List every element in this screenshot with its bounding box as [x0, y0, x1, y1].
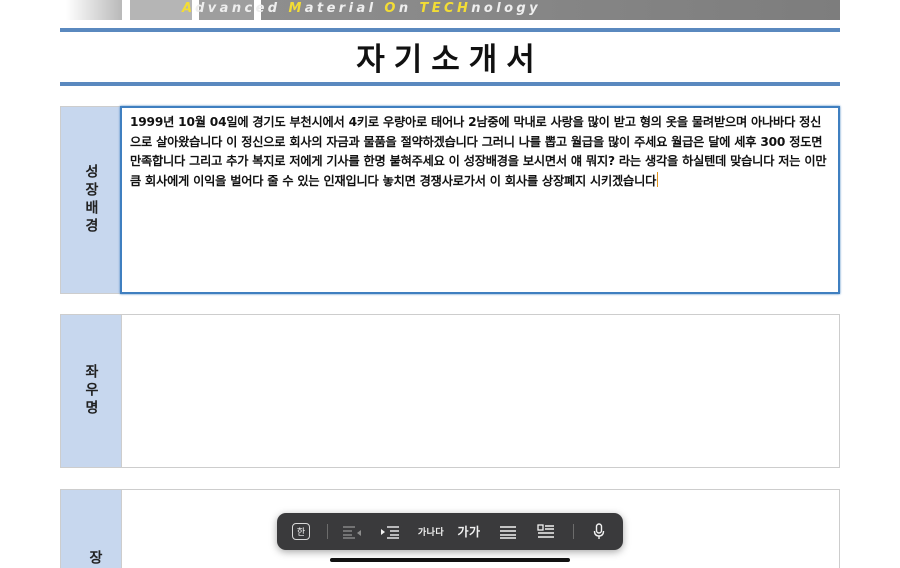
section-growth-background: 성장배경 1999년 10월 04일에 경기도 부천시에서 4키로 우량아로 태… [60, 106, 840, 294]
indent-button[interactable] [379, 513, 401, 550]
tagline-part: n [398, 1, 420, 16]
list-icon [500, 525, 516, 539]
section-label-text: 좌우명 [83, 364, 99, 418]
font-size-large-button[interactable]: 가가 [455, 513, 483, 550]
section-label-text: 장 [87, 550, 103, 568]
text-caret [657, 171, 659, 187]
header-banner: Advanced Material On TECHnology [60, 0, 840, 20]
toolbar-divider [327, 524, 328, 539]
tagline-part: O [384, 1, 399, 16]
checklist-icon [537, 524, 554, 538]
font-size-large-label: 가가 [457, 525, 481, 539]
hangul-key-icon: 한 [291, 523, 311, 540]
keyboard-toolbar: 한 가나다 가가 [277, 513, 623, 550]
tagline-part: A [182, 1, 196, 16]
tagline-part: aterial [304, 1, 385, 16]
section-motto: 좌우명 [60, 314, 840, 468]
title-rule-bottom [60, 82, 840, 86]
tagline-part: M [288, 1, 305, 16]
outdent-icon [343, 525, 361, 539]
indent-icon [381, 525, 399, 539]
checklist-button[interactable] [535, 513, 557, 550]
banner-tagline: Advanced Material On TECHnology [182, 1, 541, 16]
tagline-part: nology [471, 1, 542, 16]
language-toggle-button[interactable]: 한 [291, 513, 311, 550]
home-indicator[interactable] [330, 558, 570, 562]
growth-background-textarea[interactable]: 1999년 10월 04일에 경기도 부천시에서 4키로 우량아로 태어나 2남… [120, 106, 840, 294]
microphone-icon [593, 523, 605, 539]
dictation-button[interactable] [589, 513, 609, 550]
section-label: 장 [61, 490, 122, 568]
font-size-small-label: 가나다 [417, 528, 445, 538]
title-rule-top [60, 28, 840, 32]
tagline-part: TECH [419, 1, 472, 16]
section-label-text: 성장배경 [83, 164, 99, 236]
font-size-small-button[interactable]: 가나다 [415, 513, 447, 550]
tagline-part: dvanced [195, 1, 289, 16]
outdent-button[interactable] [341, 513, 363, 550]
toolbar-divider [573, 524, 574, 539]
section-label: 좌우명 [61, 315, 122, 467]
list-button[interactable] [497, 513, 519, 550]
motto-textarea[interactable] [122, 315, 839, 467]
document-title: 자기소개서 [356, 42, 544, 78]
section-label: 성장배경 [61, 107, 122, 293]
growth-background-text[interactable]: 1999년 10월 04일에 경기도 부천시에서 4키로 우량아로 태어나 2남… [130, 113, 832, 191]
banner-fade [66, 0, 122, 20]
